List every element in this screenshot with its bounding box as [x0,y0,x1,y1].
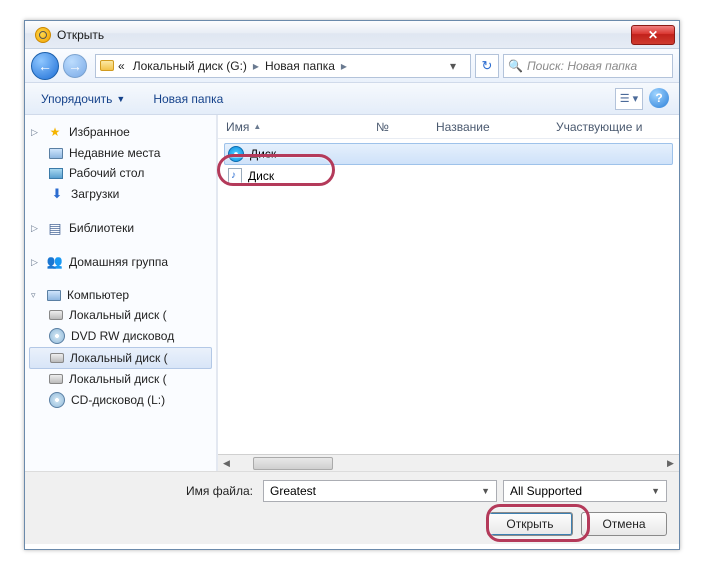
cue-file-icon [228,146,244,162]
chevron-down-icon[interactable]: ▼ [651,486,660,496]
window-title: Открыть [57,28,104,42]
nav-back-button[interactable]: ← [31,52,59,80]
sidebar-item-recent[interactable]: Недавние места [29,143,212,163]
file-list[interactable]: Диск Диск [218,139,679,471]
sidebar-computer[interactable]: ▿Компьютер [29,285,212,305]
sidebar-item-drive[interactable]: Локальный диск ( [29,369,212,389]
column-name[interactable]: Имя▲ [218,115,368,138]
titlebar[interactable]: Открыть ✕ [25,21,679,49]
chevron-down-icon: ▼ [116,94,125,104]
sidebar-item-drive[interactable]: Локальный диск ( [29,347,212,369]
nav-forward-button[interactable]: → [63,54,87,78]
sidebar-item-dvd[interactable]: DVD RW дисковод [29,325,212,347]
app-icon [35,27,51,43]
column-title[interactable]: Название [428,115,548,138]
scrollbar-thumb[interactable] [253,457,333,470]
close-icon: ✕ [648,28,658,42]
sidebar-item-desktop[interactable]: Рабочий стол [29,163,212,183]
hdd-icon [49,374,63,384]
dialog-footer: Имя файла: Greatest ▼ All Supported ▼ От… [25,471,679,544]
open-file-dialog: Открыть ✕ ← → « Локальный диск (G:) ▸ Но… [24,20,680,550]
scroll-left-icon[interactable]: ◀ [218,455,235,472]
file-name: Диск [248,169,274,183]
chevron-down-icon[interactable]: ▾ [450,59,466,73]
homegroup-icon: 👥 [47,254,63,270]
column-artists[interactable]: Участвующие и [548,115,679,138]
downloads-icon: ⬇ [49,186,65,202]
new-folder-button[interactable]: Новая папка [147,88,229,110]
sidebar-favorites[interactable]: ▷ ★ Избранное [29,121,212,143]
hdd-icon [50,353,64,363]
breadcrumb-segment[interactable]: Локальный диск (G:) [129,59,251,73]
open-button[interactable]: Открыть [487,512,573,536]
file-list-pane: Имя▲ № Название Участвующие и Диск Диск … [217,115,679,471]
sidebar-item-drive[interactable]: Локальный диск ( [29,305,212,325]
desktop-icon [49,168,63,179]
breadcrumb[interactable]: « Локальный диск (G:) ▸ Новая папка ▸ ▾ [95,54,471,78]
sidebar: ▷ ★ Избранное Недавние места Рабочий сто… [25,115,217,471]
view-options-button[interactable]: ☰ ▾ [615,88,643,110]
organize-button[interactable]: Упорядочить ▼ [35,88,131,110]
search-input[interactable]: 🔍 Поиск: Новая папка [503,54,673,78]
sidebar-item-cd[interactable]: CD-дисковод (L:) [29,389,212,411]
column-headers: Имя▲ № Название Участвующие и [218,115,679,139]
navbar: ← → « Локальный диск (G:) ▸ Новая папка … [25,49,679,83]
folder-icon [100,60,114,71]
help-button[interactable]: ? [649,88,669,108]
refresh-button[interactable]: ↻ [475,54,499,78]
search-placeholder: Поиск: Новая папка [527,59,637,73]
chevron-right-icon: ▸ [339,59,349,73]
libraries-icon: ▤ [47,220,63,236]
sidebar-homegroup[interactable]: ▷👥Домашняя группа [29,251,212,273]
audio-file-icon [228,168,242,184]
toolbar: Упорядочить ▼ Новая папка ☰ ▾ ? [25,83,679,115]
close-button[interactable]: ✕ [631,25,675,45]
cancel-button[interactable]: Отмена [581,512,667,536]
cd-icon [49,392,65,408]
filename-input[interactable]: Greatest ▼ [263,480,497,502]
filename-label: Имя файла: [37,484,257,498]
filename-value: Greatest [270,484,316,498]
hdd-icon [49,310,63,320]
column-number[interactable]: № [368,115,428,138]
file-type-filter[interactable]: All Supported ▼ [503,480,667,502]
recent-icon [49,148,63,159]
search-icon: 🔍 [508,59,523,73]
collapse-icon: ▿ [31,290,41,301]
file-row[interactable]: Диск [224,165,673,187]
breadcrumb-prefix: « [114,59,129,73]
sort-asc-icon: ▲ [253,122,261,131]
horizontal-scrollbar[interactable]: ◀ ▶ [218,454,679,471]
computer-icon [47,290,61,301]
sidebar-libraries[interactable]: ▷▤Библиотеки [29,217,212,239]
file-row[interactable]: Диск [224,143,673,165]
breadcrumb-segment[interactable]: Новая папка [261,59,339,73]
file-name: Диск [250,147,276,161]
dvd-icon [49,328,65,344]
star-icon: ★ [47,124,63,140]
sidebar-item-downloads[interactable]: ⬇Загрузки [29,183,212,205]
scroll-right-icon[interactable]: ▶ [662,455,679,472]
chevron-right-icon: ▸ [251,59,261,73]
expand-icon: ▷ [31,127,41,138]
chevron-down-icon[interactable]: ▼ [481,486,490,496]
